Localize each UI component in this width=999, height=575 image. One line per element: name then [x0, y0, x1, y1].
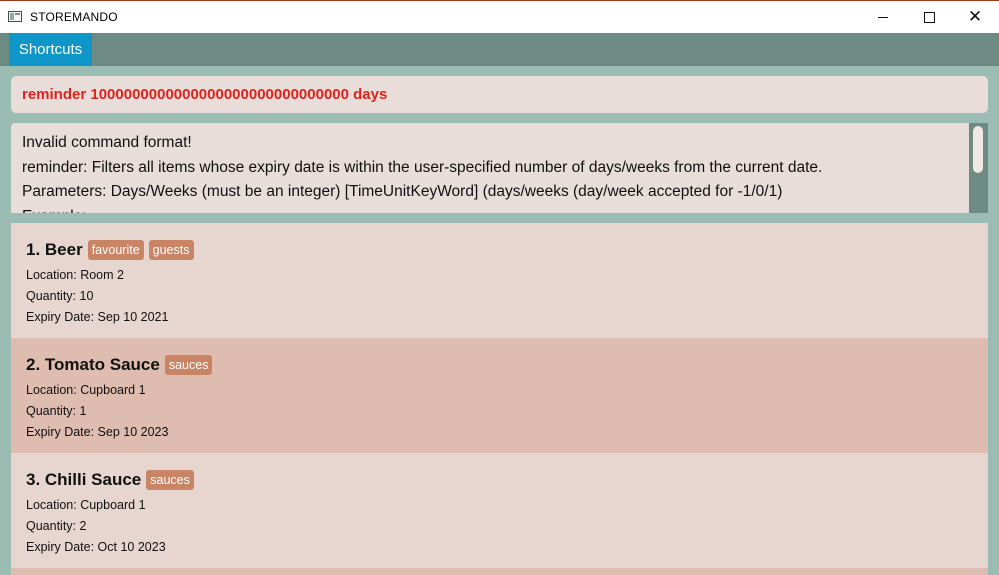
app-window-icon [8, 11, 22, 22]
item-tag: guests [148, 240, 194, 260]
maximize-icon [923, 11, 935, 23]
result-scrollbar[interactable] [969, 123, 988, 213]
item-quantity: Quantity: 10 [26, 289, 94, 303]
item-expiry: Expiry Date: Oct 10 2023 [26, 540, 166, 554]
result-line: Invalid command format! [22, 134, 192, 151]
scrollbar-thumb[interactable] [973, 126, 983, 173]
item-location: Location: Cupboard 1 [26, 498, 146, 512]
item-card[interactable]: 1. Beer favourite guests Location: Room … [11, 223, 988, 338]
item-tag: sauces [164, 355, 213, 375]
command-input[interactable]: reminder 1000000000000000000000000000000… [11, 76, 988, 113]
item-list: 1. Beer favourite guests Location: Room … [11, 223, 988, 575]
minimize-button[interactable] [860, 1, 906, 33]
close-button[interactable]: ✕ [952, 1, 998, 33]
result-line: reminder: Filters all items whose expiry… [22, 158, 823, 176]
item-tag: favourite [87, 240, 144, 260]
item-name: 1. Beer [26, 240, 83, 259]
item-name: 3. Chilli Sauce [26, 470, 142, 489]
item-card[interactable]: 3. Chilli Sauce sauces Location: Cupboar… [11, 453, 988, 568]
item-quantity: Quantity: 1 [26, 404, 87, 418]
item-location: Location: Cupboard 1 [26, 383, 146, 397]
item-card[interactable]: 2. Tomato Sauce sauces Location: Cupboar… [11, 338, 988, 453]
item-name: 2. Tomato Sauce [26, 355, 160, 374]
result-line: Example: [22, 205, 988, 214]
menu-shortcuts[interactable]: Shortcuts [9, 33, 92, 66]
item-location: Location: Room 2 [26, 268, 124, 282]
result-line: Parameters: Days/Weeks (must be an integ… [22, 183, 783, 200]
title-bar: STOREMANDO ✕ [0, 0, 999, 33]
result-display: Invalid command format! reminder: Filter… [11, 123, 988, 213]
item-quantity: Quantity: 2 [26, 519, 87, 533]
item-tag: sauces [146, 470, 194, 490]
window-title: STOREMANDO [30, 10, 118, 24]
menu-bar: Shortcuts [0, 33, 999, 66]
close-icon: ✕ [967, 6, 983, 27]
minimize-icon [878, 16, 888, 18]
item-card-partial[interactable] [11, 568, 988, 575]
item-expiry: Expiry Date: Sep 10 2021 [26, 310, 169, 324]
item-expiry: Expiry Date: Sep 10 2023 [26, 425, 169, 439]
maximize-button[interactable] [906, 1, 952, 33]
